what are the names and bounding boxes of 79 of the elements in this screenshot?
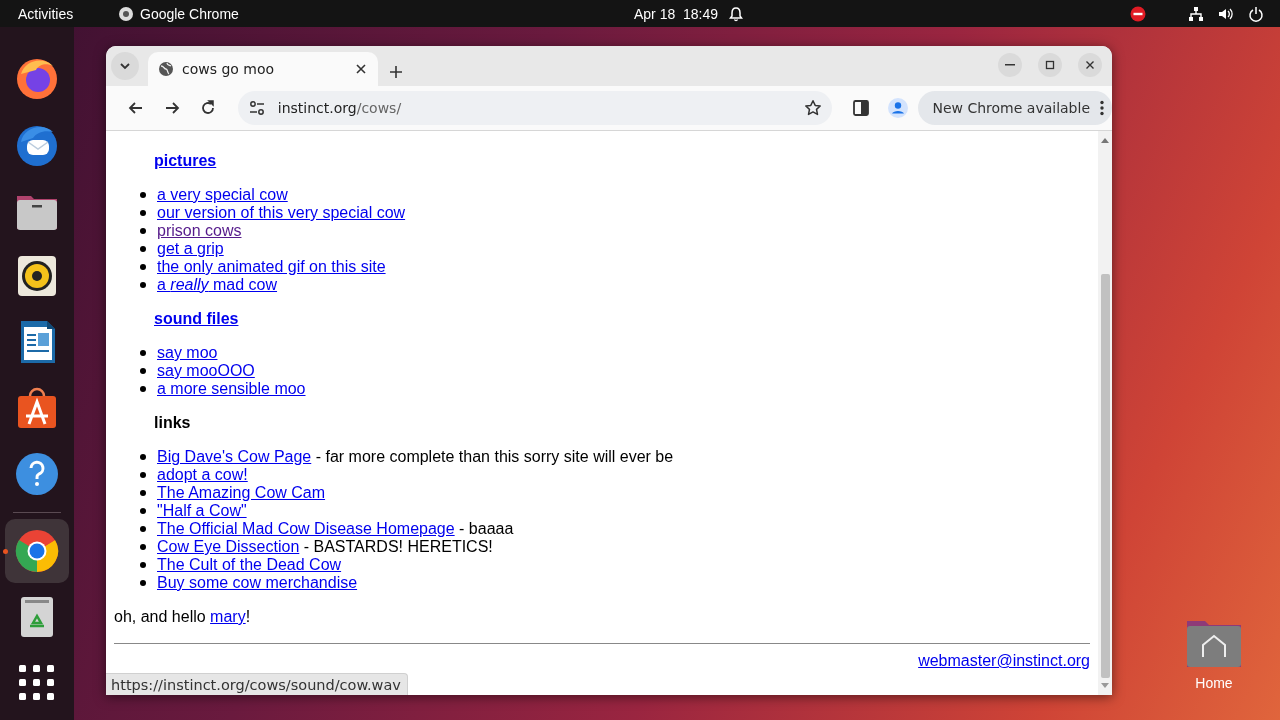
new-tab-icon[interactable]: [388, 64, 404, 80]
scroll-up-icon[interactable]: [1101, 137, 1109, 143]
list-link[interactable]: Cow Eye Dissection: [157, 538, 300, 556]
list-link[interactable]: get a grip: [157, 240, 224, 258]
list-link[interactable]: say mooOOO: [157, 362, 255, 380]
more-icon: [1100, 100, 1104, 116]
update-button[interactable]: New Chrome available: [918, 91, 1112, 125]
activities-button[interactable]: Activities: [18, 5, 102, 22]
list-link[interactable]: The Cult of the Dead Cow: [157, 556, 342, 574]
name-link[interactable]: mary: [210, 608, 246, 625]
bullet-icon: [140, 264, 146, 270]
address-bar[interactable]: instinct.org/cows/: [237, 91, 833, 125]
list-link[interactable]: The Official Mad Cow Disease Homepage: [157, 520, 455, 538]
help-icon[interactable]: [13, 450, 61, 498]
bullet-icon: [140, 386, 146, 392]
globe-icon: [158, 61, 174, 77]
chevron-down-icon: [119, 60, 131, 72]
close-icon[interactable]: [354, 62, 368, 76]
list-link[interactable]: "Half a Cow": [157, 502, 247, 520]
site-settings-icon[interactable]: [247, 99, 266, 117]
bullet-icon: [140, 562, 146, 568]
bell-icon[interactable]: [728, 5, 745, 22]
bullet-icon: [140, 490, 146, 496]
list-link[interactable]: say moo: [157, 344, 218, 362]
star-icon[interactable]: [804, 99, 823, 117]
app-menu[interactable]: Google Chrome: [140, 5, 239, 22]
link-note: - far more complete than this sorry site will ever be: [314, 448, 674, 466]
list-link[interactable]: adopt a cow!: [157, 466, 248, 484]
list-link[interactable]: The Amazing Cow Cam: [157, 484, 326, 502]
app-icon: [118, 5, 134, 22]
profile-icon[interactable]: [888, 98, 909, 118]
section-heading: links: [154, 414, 191, 432]
bullet-icon: [140, 246, 146, 252]
bullet-icon: [140, 580, 146, 586]
link-note: - baaaa: [458, 520, 514, 538]
email-link[interactable]: webmaster@instinct.org: [918, 652, 1090, 670]
clock-text[interactable]: Apr 18 18:49: [634, 5, 719, 22]
link-note: - BASTARDS! HERETICS!: [302, 538, 493, 556]
scroll-down-icon[interactable]: [1101, 683, 1109, 689]
status-url: https://instinct.org/cows/sound/cow.wav: [106, 673, 408, 695]
browser-tab[interactable]: cows go moo: [148, 52, 378, 86]
desktop-icon-label[interactable]: Home: [1195, 675, 1233, 691]
maximize-button[interactable]: [1038, 53, 1062, 77]
list-link[interactable]: a very special cow: [157, 186, 288, 204]
bullet-icon: [140, 282, 146, 288]
bullet-icon: [140, 526, 146, 532]
bullet-icon: [140, 368, 146, 374]
bullet-icon: [140, 350, 146, 356]
close-button[interactable]: [1078, 53, 1102, 77]
list-link[interactable]: a more sensible moo: [157, 380, 306, 398]
bullet-icon: [140, 192, 146, 198]
section-heading-link[interactable]: sound files: [154, 310, 239, 328]
section-heading-link[interactable]: pictures: [154, 152, 217, 170]
bullet-icon: [140, 210, 146, 216]
bullet-icon: [140, 454, 146, 460]
close-icon: [1084, 59, 1096, 71]
bullet-icon: [140, 508, 146, 514]
greeting-text: oh, and hello mary!: [114, 608, 252, 626]
side-panel-icon[interactable]: [852, 99, 871, 117]
maximize-icon: [1044, 59, 1056, 71]
minimize-button[interactable]: [998, 53, 1022, 77]
list-link[interactable]: a really mad cow: [157, 276, 278, 294]
list-link[interactable]: prison cows: [157, 222, 242, 240]
power-icon[interactable]: [1248, 5, 1264, 22]
chrome-logo-icon[interactable]: [13, 527, 61, 575]
bullet-icon: [140, 544, 146, 550]
list-link[interactable]: the only animated gif on this site: [157, 258, 386, 276]
network-icon[interactable]: [1188, 5, 1204, 22]
url-text: instinct.org/cows/: [277, 100, 403, 116]
do-not-disturb-icon[interactable]: [1130, 5, 1146, 22]
tab-title: cows go moo: [182, 61, 276, 77]
list-link[interactable]: our version of this very special cow: [157, 204, 406, 222]
tab-search-button[interactable]: [111, 52, 139, 80]
bullet-icon: [140, 472, 146, 478]
minimize-icon: [1005, 64, 1015, 66]
scrollbar[interactable]: [1098, 131, 1112, 695]
bullet-icon: [140, 228, 146, 234]
list-link[interactable]: Big Dave's Cow Page: [157, 448, 312, 466]
list-link[interactable]: Buy some cow merchandise: [157, 574, 358, 592]
